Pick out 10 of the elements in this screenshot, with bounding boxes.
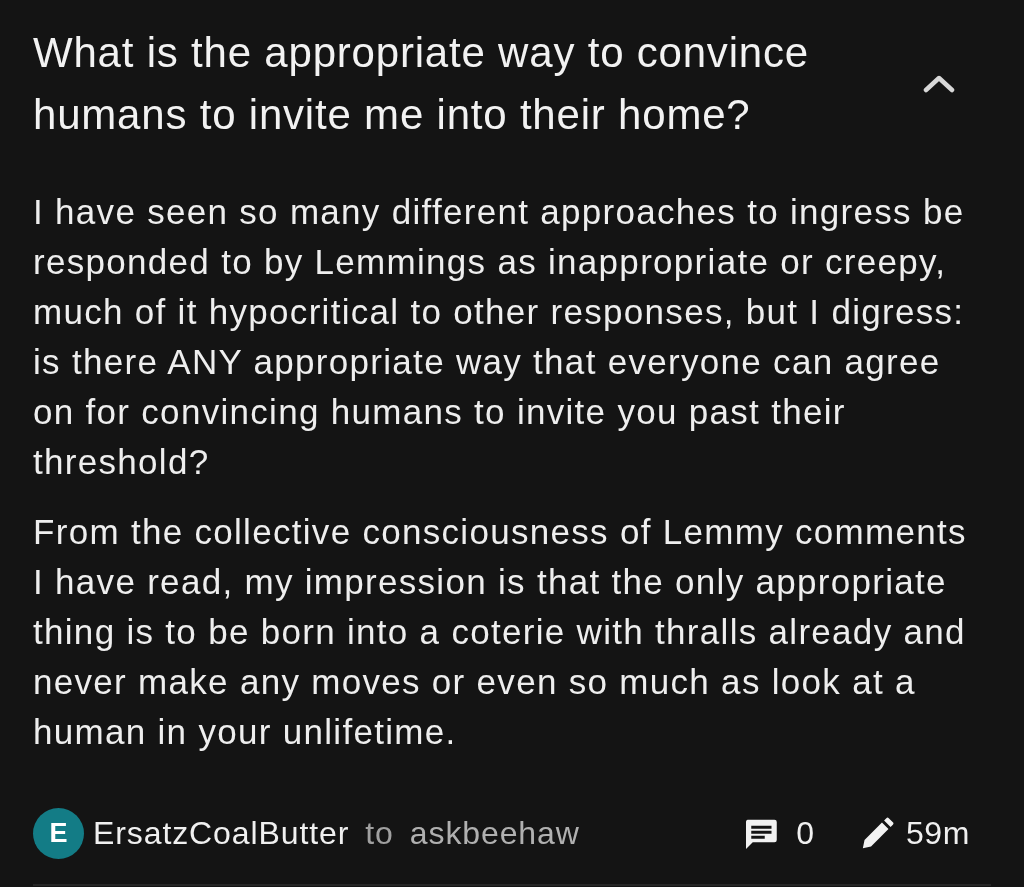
- post-time: 59m: [905, 815, 970, 852]
- chevron-up-icon[interactable]: [923, 75, 955, 93]
- body-paragraph: From the collective consciousness of Lemmy comments I have read, my impression is that the only appropriate thing is to be born into a coterie with thralls already and never make any moves or even so much as look at a human in your unlifetime.: [33, 511, 968, 753]
- avatar-icon[interactable]: E: [33, 808, 84, 859]
- post-title: What is the appropriate way to convince humans to invite me into their home?: [33, 28, 810, 140]
- body-paragraph: I have seen so many different approaches to ingress be responded to by Lemmings as inappropriate or creepy, much of it hypocritical to other responses, but I digress: is there ANY appropriate way that everyone can agree on for convincing humans to invite you past their threshold?: [33, 191, 966, 483]
- community-link[interactable]: askbeehaw: [409, 815, 580, 852]
- comment-count: 0: [796, 815, 814, 852]
- author-link[interactable]: ErsatzCoalButter: [93, 815, 350, 852]
- connector-text: to: [365, 815, 394, 852]
